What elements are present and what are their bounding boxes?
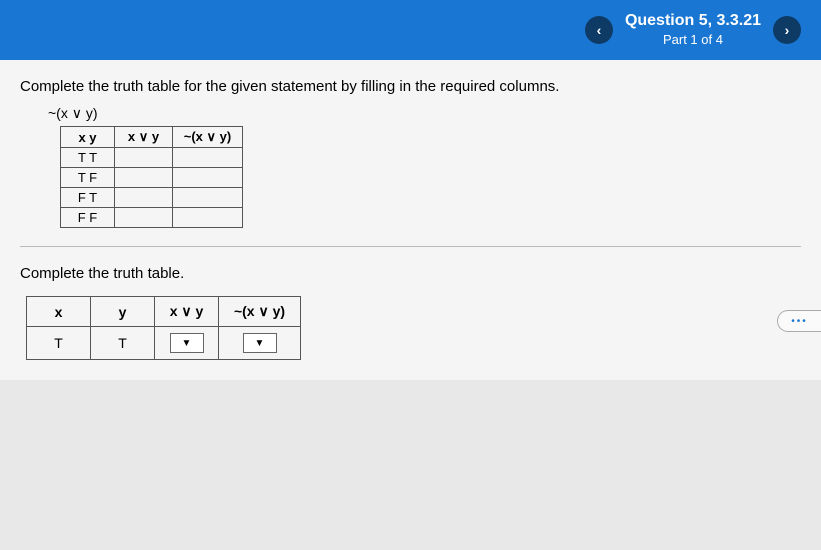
question-info: Question 5, 3.3.21 Part 1 of 4 xyxy=(625,11,761,49)
question-title: Question 5, 3.3.21 xyxy=(625,11,761,32)
neg-dropdown[interactable] xyxy=(243,333,277,353)
prev-question-button[interactable]: ‹ xyxy=(585,16,613,44)
ans-cell-or xyxy=(155,327,219,360)
ref-cell-neg xyxy=(173,188,243,208)
question-header: ‹ Question 5, 3.3.21 Part 1 of 4 › xyxy=(0,0,821,60)
ref-cell-or xyxy=(115,148,173,168)
ref-th-or: x ∨ y xyxy=(115,127,173,148)
ans-cell-x: T xyxy=(27,327,91,360)
ref-cell-xy: F T xyxy=(61,188,115,208)
main-instruction: Complete the truth table for the given s… xyxy=(20,78,801,95)
sub-instruction: Complete the truth table. xyxy=(20,265,801,282)
ref-cell-or xyxy=(115,188,173,208)
ref-cell-neg xyxy=(173,168,243,188)
more-options-button[interactable]: ••• xyxy=(777,310,821,332)
ref-cell-neg xyxy=(173,148,243,168)
ref-cell-or xyxy=(115,168,173,188)
ref-row: T F xyxy=(61,168,243,188)
ref-row: F F xyxy=(61,208,243,228)
ans-cell-neg xyxy=(219,327,301,360)
content-area: Complete the truth table for the given s… xyxy=(0,60,821,380)
or-dropdown[interactable] xyxy=(170,333,204,353)
ans-th-y: y xyxy=(91,297,155,327)
ref-cell-xy: T F xyxy=(61,168,115,188)
next-question-button[interactable]: › xyxy=(773,16,801,44)
ans-th-neg: ~(x ∨ y) xyxy=(219,297,301,327)
ref-cell-neg xyxy=(173,208,243,228)
ref-row: F T xyxy=(61,188,243,208)
ref-cell-or xyxy=(115,208,173,228)
ref-cell-xy: T T xyxy=(61,148,115,168)
ans-th-or: x ∨ y xyxy=(155,297,219,327)
question-part: Part 1 of 4 xyxy=(625,32,761,49)
ans-cell-y: T xyxy=(91,327,155,360)
ref-th-xy: x y xyxy=(61,127,115,148)
ref-cell-xy: F F xyxy=(61,208,115,228)
ans-row: T T xyxy=(27,327,301,360)
statement-expression: ~(x ∨ y) xyxy=(48,105,801,122)
ref-row: T T xyxy=(61,148,243,168)
answer-truth-table: x y x ∨ y ~(x ∨ y) T T xyxy=(26,296,301,360)
reference-truth-table: x y x ∨ y ~(x ∨ y) T T T F F T F F xyxy=(60,126,243,228)
section-divider xyxy=(20,246,801,247)
ans-th-x: x xyxy=(27,297,91,327)
ref-th-neg: ~(x ∨ y) xyxy=(173,127,243,148)
